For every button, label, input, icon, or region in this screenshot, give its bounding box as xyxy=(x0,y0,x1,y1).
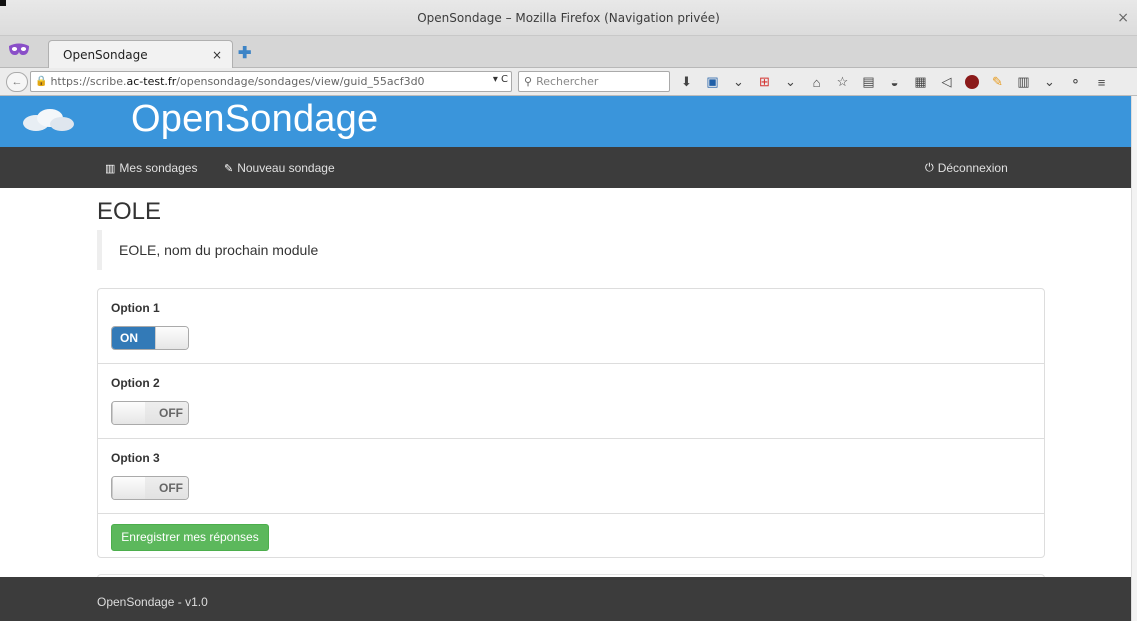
site-nav: ▥ Mes sondages ✎ Nouveau sondage ⏻ Décon… xyxy=(0,147,1131,188)
option-row: Option 1 ON xyxy=(98,289,1044,364)
page-scrollbar[interactable] xyxy=(1131,96,1137,621)
url-path: /opensondage/sondages/view/guid_55acf3d0 xyxy=(176,75,425,88)
reader-icon[interactable]: ▤ xyxy=(861,74,876,90)
tab-label: OpenSondage xyxy=(63,47,148,62)
toolbar-icons: ⬇ ▣ ⌄ ⊞ ⌄ ⌂ ☆ ▤ ◒ ▦ ◁ ✎ ▥ ⌄ ⚬ ≡ xyxy=(676,72,1137,92)
url-bar[interactable]: 🔒 https://scribe. ac-test.fr/opensondage/… xyxy=(30,71,512,92)
nav-my-polls[interactable]: ▥ Mes sondages xyxy=(105,161,197,175)
menu-icon[interactable]: ≡ xyxy=(1094,75,1109,90)
switch-on-label: ON xyxy=(112,327,156,349)
power-icon: ⏻ xyxy=(925,161,934,174)
back-icon[interactable]: ← xyxy=(6,72,28,92)
search-placeholder: Rechercher xyxy=(536,75,599,88)
option-label: Option 2 xyxy=(111,376,160,390)
star-icon[interactable]: ☆ xyxy=(835,74,850,90)
download-icon[interactable]: ⬇ xyxy=(679,74,694,90)
grid-icon[interactable]: ▦ xyxy=(913,74,928,90)
nav-new-poll[interactable]: ✎ Nouveau sondage xyxy=(224,161,335,175)
private-browsing-icon xyxy=(9,43,29,55)
option-label: Option 3 xyxy=(111,451,160,465)
option-3-toggle[interactable]: OFF xyxy=(111,476,189,500)
dropdown-icon[interactable]: ⌄ xyxy=(731,74,746,90)
edit-icon: ✎ xyxy=(224,162,234,175)
site-header: OpenSondage xyxy=(0,96,1131,147)
option-row: Option 3 OFF xyxy=(98,439,1044,514)
option-label: Option 1 xyxy=(111,301,160,315)
option-1-toggle[interactable]: ON xyxy=(111,326,189,350)
poll-description-text: EOLE, nom du prochain module xyxy=(119,242,319,258)
tab-opensondage[interactable]: OpenSondage × xyxy=(48,40,233,68)
option-2-toggle[interactable]: OFF xyxy=(111,401,189,425)
browser-toolbar: ← 🔒 https://scribe. ac-test.fr/opensondag… xyxy=(0,68,1137,96)
window-titlebar: OpenSondage – Mozilla Firefox (Navigatio… xyxy=(0,0,1137,36)
search-input[interactable]: ⚲ Rechercher xyxy=(518,71,670,92)
nav-logout-label: Déconnexion xyxy=(937,161,1008,175)
switch-handle xyxy=(155,327,188,349)
window-title: OpenSondage – Mozilla Firefox (Navigatio… xyxy=(417,10,720,25)
save-icon[interactable]: ▣ xyxy=(705,74,720,90)
tab-close-icon[interactable]: × xyxy=(212,48,222,62)
tab-bar: OpenSondage × ✚ xyxy=(0,36,1137,68)
switch-handle xyxy=(112,477,146,499)
poll-form-panel: Option 1 ON Option 2 OFF Option 3 OFF En… xyxy=(97,288,1045,558)
option-row: Option 2 OFF xyxy=(98,364,1044,439)
url-dropdown-reload[interactable]: ▾ C xyxy=(489,74,508,85)
switch-off-label: OFF xyxy=(145,477,188,499)
url-host: ac-test.fr xyxy=(126,75,177,88)
url-prefix: https://scribe. xyxy=(50,75,127,88)
poll-description: EOLE, nom du prochain module xyxy=(97,230,597,270)
nav-my-polls-label: Mes sondages xyxy=(119,161,198,175)
addon-icon[interactable]: ⚬ xyxy=(1068,74,1083,90)
home-icon[interactable]: ⌂ xyxy=(809,75,824,90)
nav-logout[interactable]: ⏻ Déconnexion xyxy=(925,161,1008,175)
lock-icon: 🔒 xyxy=(35,76,48,87)
arrow-icon[interactable]: ◁ xyxy=(939,74,954,90)
window-close-button[interactable]: × xyxy=(1117,10,1129,26)
nav-new-poll-label: Nouveau sondage xyxy=(237,161,335,175)
window-corner xyxy=(0,0,6,6)
bar-chart-icon: ▥ xyxy=(105,162,116,175)
ublock-icon[interactable] xyxy=(965,75,979,89)
site-title[interactable]: OpenSondage xyxy=(131,98,378,141)
cloud-logo-icon xyxy=(23,109,74,131)
footer-version: OpenSondage - v1.0 xyxy=(97,595,208,609)
notification-icon[interactable]: ✎ xyxy=(990,74,1005,90)
submit-answers-button[interactable]: Enregistrer mes réponses xyxy=(111,524,269,551)
poll-title: EOLE xyxy=(97,198,162,225)
firstaid-icon[interactable]: ⊞ xyxy=(757,74,772,90)
dropdown-icon[interactable]: ⌄ xyxy=(783,74,798,90)
switch-off-label: OFF xyxy=(145,402,188,424)
site-footer: OpenSondage - v1.0 xyxy=(0,577,1131,621)
pocket-icon[interactable]: ◒ xyxy=(887,75,902,90)
new-tab-icon[interactable]: ✚ xyxy=(238,43,251,63)
clipboard-icon[interactable]: ▥ xyxy=(1016,74,1031,90)
switch-handle xyxy=(112,402,146,424)
dropdown-icon[interactable]: ⌄ xyxy=(1042,74,1057,90)
search-icon: ⚲ xyxy=(524,75,533,88)
